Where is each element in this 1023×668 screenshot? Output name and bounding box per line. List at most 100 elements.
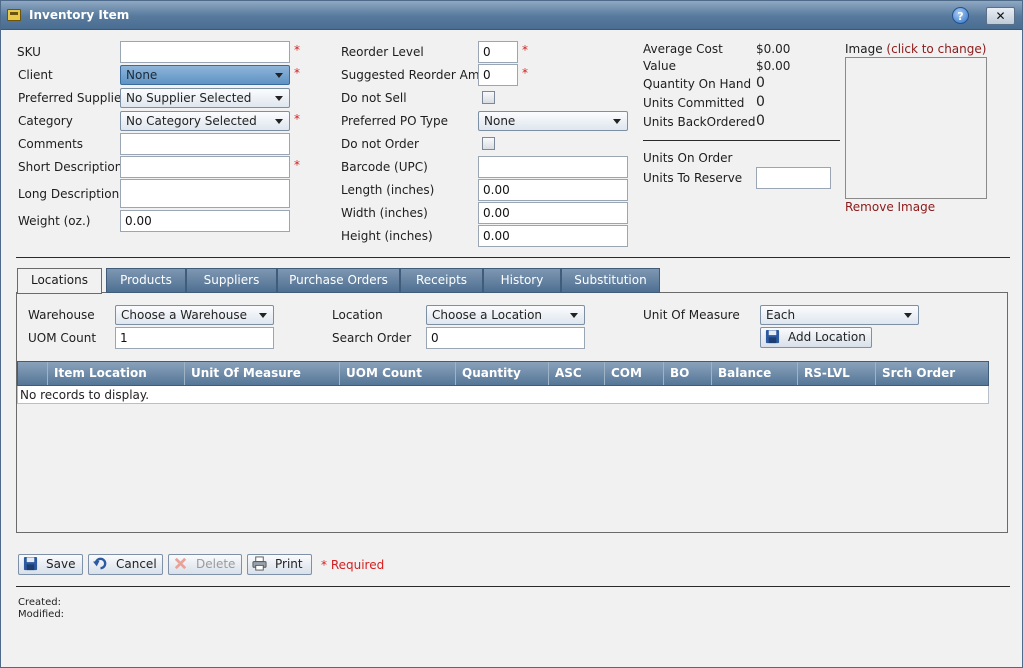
units-committed-label: Units Committed (643, 96, 745, 110)
height-input[interactable] (478, 225, 628, 247)
save-icon (765, 329, 780, 344)
cancel-label: Cancel (116, 557, 157, 571)
item-image[interactable] (845, 57, 987, 199)
preferred-po-type-label: Preferred PO Type (341, 114, 448, 128)
tab-receipts[interactable]: Receipts (400, 268, 483, 293)
printer-icon (252, 556, 267, 571)
height-label: Height (inches) (341, 229, 433, 243)
column-uom-count[interactable]: UOM Count (339, 362, 455, 385)
location-value: Choose a Location (432, 308, 543, 322)
comments-label: Comments (18, 137, 84, 151)
warehouse-select[interactable]: Choose a Warehouse (115, 305, 274, 325)
delete-button[interactable]: Delete (168, 554, 242, 575)
long-description-label: Long Description (18, 187, 120, 201)
tab-history[interactable]: History (483, 268, 561, 293)
undo-icon (93, 557, 107, 570)
column-unit-of-measure[interactable]: Unit Of Measure (184, 362, 339, 385)
help-icon[interactable]: ? (952, 7, 969, 24)
unit-of-measure-select[interactable]: Each (760, 305, 919, 325)
location-select[interactable]: Choose a Location (426, 305, 585, 325)
weight-input[interactable] (120, 210, 290, 232)
modified-label: Modified: (18, 609, 65, 620)
client-select[interactable]: None (120, 65, 290, 85)
column-rs-lvl[interactable]: RS-LVL (797, 362, 875, 385)
suggested-reorder-input[interactable] (478, 64, 518, 86)
grid-empty-message: No records to display. (20, 388, 150, 402)
print-button[interactable]: Print (247, 554, 312, 575)
suggested-reorder-label: Suggested Reorder Amt (341, 68, 485, 82)
cancel-button[interactable]: Cancel (88, 554, 163, 575)
average-cost-label: Average Cost (643, 42, 723, 56)
width-input[interactable] (478, 202, 628, 224)
preferred-supplier-select[interactable]: No Supplier Selected (120, 88, 290, 108)
units-committed-value: 0 (756, 94, 765, 110)
section-divider (16, 257, 1010, 258)
tab-suppliers[interactable]: Suppliers (186, 268, 277, 293)
chevron-down-icon (613, 119, 621, 124)
stats-divider (643, 140, 840, 141)
grid-header-spacer (18, 362, 47, 385)
column-srch-order[interactable]: Srch Order (875, 362, 988, 385)
units-to-reserve-label: Units To Reserve (643, 171, 743, 185)
save-icon (23, 556, 38, 571)
column-asc[interactable]: ASC (548, 362, 604, 385)
warehouse-value: Choose a Warehouse (121, 308, 247, 322)
inventory-icon (7, 9, 21, 21)
tab-purchase-orders[interactable]: Purchase Orders (277, 268, 400, 293)
chevron-down-icon (275, 73, 283, 78)
column-item-location[interactable]: Item Location (47, 362, 184, 385)
required-marker: * (294, 112, 300, 126)
delete-icon (174, 557, 187, 570)
add-location-button[interactable]: Add Location (760, 327, 872, 348)
image-change-link[interactable]: (click to change) (886, 42, 986, 56)
preferred-po-type-select[interactable]: None (478, 111, 628, 131)
do-not-sell-checkbox[interactable] (482, 91, 495, 104)
preferred-supplier-value: No Supplier Selected (126, 91, 252, 105)
sku-input[interactable] (120, 41, 290, 63)
barcode-input[interactable] (478, 156, 628, 178)
do-not-sell-label: Do not Sell (341, 91, 407, 105)
tab-substitution[interactable]: Substitution (561, 268, 660, 293)
reorder-level-input[interactable] (478, 41, 518, 63)
delete-label: Delete (196, 557, 236, 571)
sku-label: SKU (17, 45, 41, 59)
value-label: Value (643, 59, 676, 73)
value-value: $0.00 (756, 59, 791, 73)
inventory-item-window: Inventory Item ? ✕ SKU * Client None * P… (0, 0, 1023, 668)
category-select[interactable]: No Category Selected (120, 111, 290, 131)
preferred-supplier-label: Preferred Supplier (18, 91, 127, 105)
short-description-input[interactable] (120, 156, 290, 178)
column-balance[interactable]: Balance (711, 362, 797, 385)
search-order-input[interactable] (426, 327, 585, 349)
required-marker: * (294, 66, 300, 80)
save-button[interactable]: Save (18, 554, 83, 575)
remove-image-link[interactable]: Remove Image (845, 200, 935, 214)
length-input[interactable] (478, 179, 628, 201)
tab-products[interactable]: Products (106, 268, 186, 293)
column-bo[interactable]: BO (663, 362, 711, 385)
do-not-order-checkbox[interactable] (482, 137, 495, 150)
footer-divider (16, 586, 1010, 587)
preferred-po-type-value: None (484, 114, 516, 128)
warehouse-label: Warehouse (28, 308, 95, 322)
uom-count-label: UOM Count (28, 331, 97, 345)
locations-grid-body: No records to display. (17, 386, 989, 404)
average-cost-value: $0.00 (756, 42, 791, 56)
unit-of-measure-label: Unit Of Measure (643, 308, 740, 322)
long-description-input[interactable] (120, 179, 290, 208)
uom-count-input[interactable] (115, 327, 274, 349)
column-quantity[interactable]: Quantity (455, 362, 548, 385)
units-on-order-label: Units On Order (643, 151, 733, 165)
chevron-down-icon (904, 313, 912, 318)
window-title: Inventory Item (29, 8, 130, 22)
image-label-text: Image (845, 42, 883, 56)
units-to-reserve-input[interactable] (756, 167, 831, 189)
title-bar[interactable]: Inventory Item ? ✕ (1, 1, 1022, 30)
tab-locations[interactable]: Locations (17, 268, 102, 294)
close-button[interactable]: ✕ (986, 7, 1015, 25)
column-com[interactable]: COM (604, 362, 663, 385)
search-order-label: Search Order (332, 331, 412, 345)
chevron-down-icon (275, 119, 283, 124)
client-value: None (126, 68, 158, 82)
comments-input[interactable] (120, 133, 290, 155)
